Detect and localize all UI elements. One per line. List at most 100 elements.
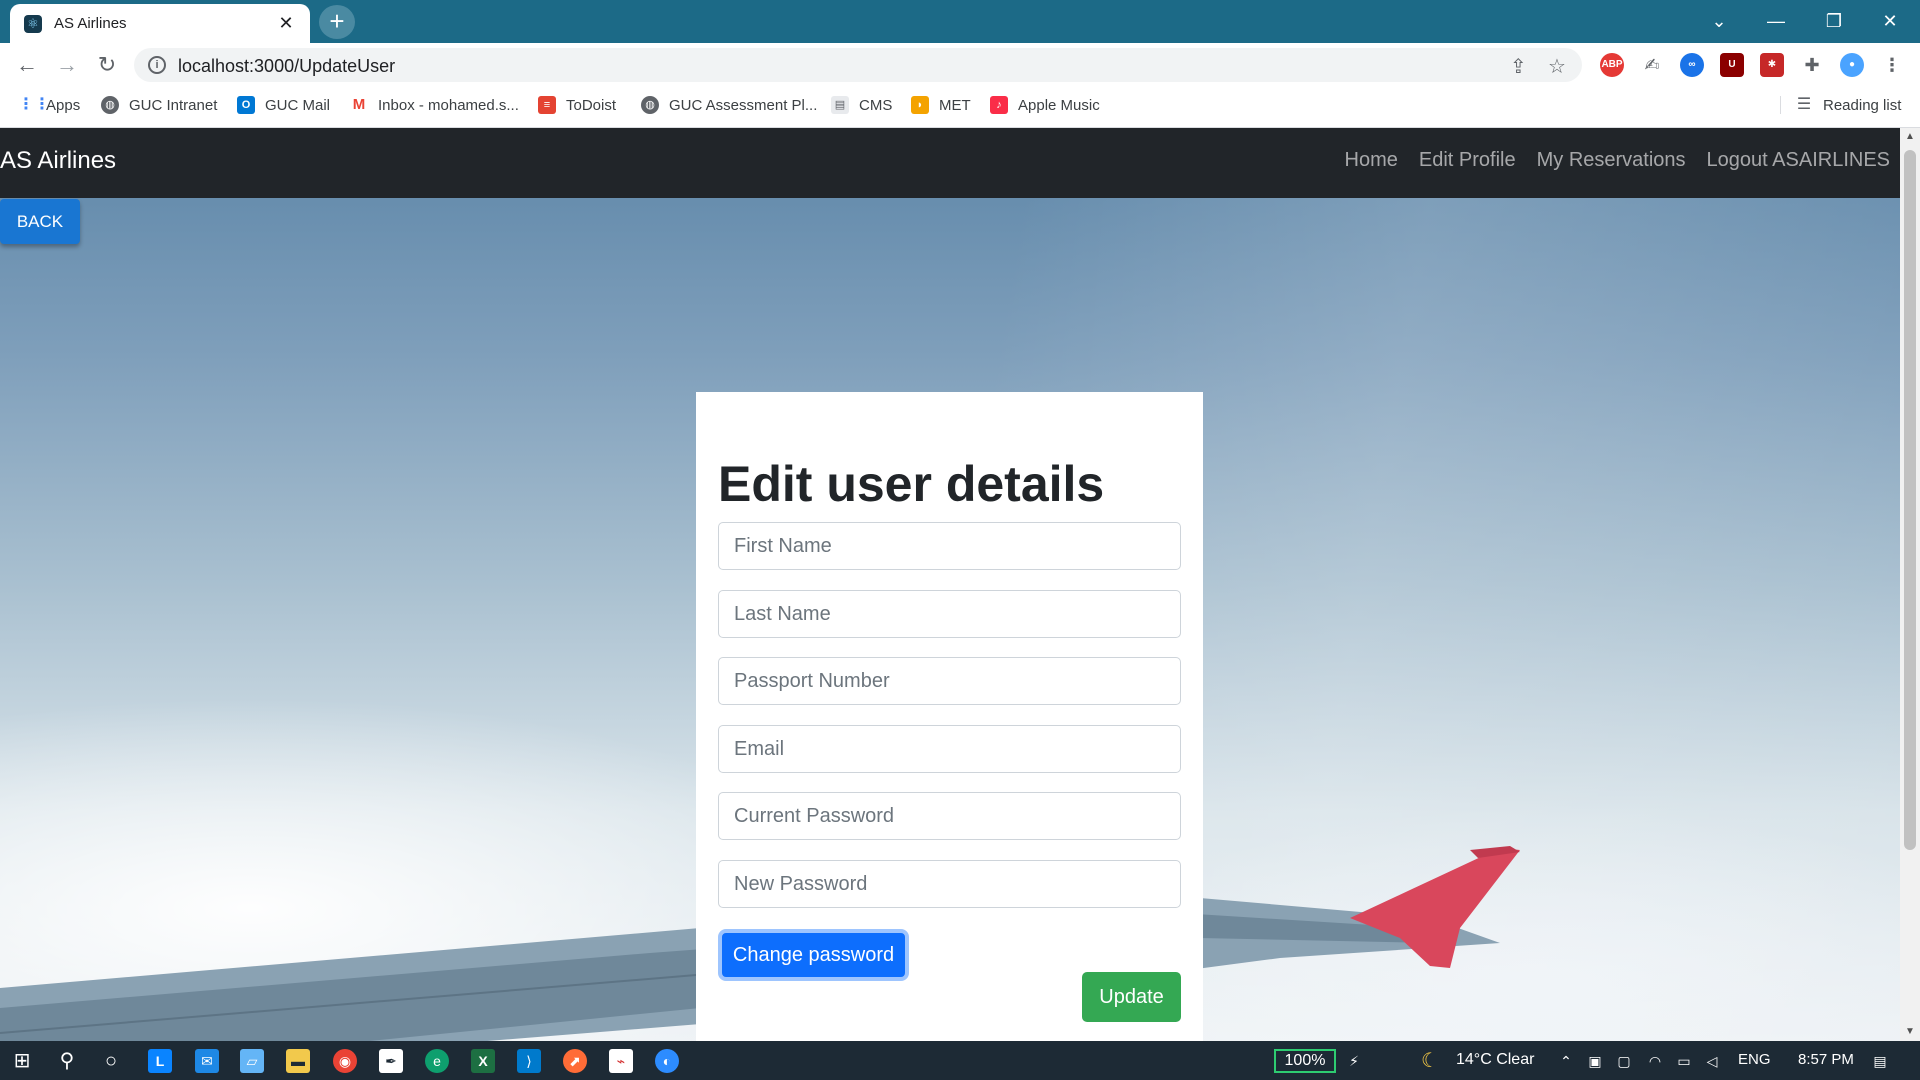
minimize-button[interactable]: —: [1752, 4, 1800, 38]
weather-text[interactable]: 14°C Clear: [1456, 1051, 1534, 1069]
restore-button[interactable]: ❐: [1810, 4, 1858, 38]
mail-icon[interactable]: ✉: [195, 1049, 219, 1073]
new-password-input[interactable]: [718, 860, 1181, 908]
adblock-plus-icon[interactable]: ABP: [1600, 53, 1624, 77]
scroll-up-icon[interactable]: ▲: [1900, 128, 1920, 146]
battery-icon[interactable]: ▭: [1672, 1049, 1696, 1073]
apps-grid-icon: ⋮⋮: [18, 96, 50, 114]
forward-arrow-icon[interactable]: →: [53, 51, 81, 79]
browser-toolbar: ← → ↻ i localhost:3000/UpdateUser ⇪ ☆ AB…: [0, 43, 1920, 86]
windows-start-icon[interactable]: ⊞: [10, 1049, 34, 1073]
bookmarks-bar: ⋮⋮ Apps ◍ GUC Intranet O GUC Mail M Inbo…: [0, 86, 1920, 128]
bookmark-cms[interactable]: ▤ CMS: [831, 96, 892, 114]
email-input[interactable]: [718, 725, 1181, 773]
display-icon[interactable]: ▢: [1612, 1049, 1636, 1073]
last-name-input[interactable]: [718, 590, 1181, 638]
address-bar[interactable]: i localhost:3000/UpdateUser ⇪ ☆: [134, 48, 1582, 82]
outlook-icon: O: [237, 96, 255, 114]
excel-icon[interactable]: X: [471, 1049, 495, 1073]
notifications-icon[interactable]: ▤: [1868, 1049, 1892, 1073]
meet-now-icon[interactable]: ▣: [1583, 1049, 1607, 1073]
change-password-button[interactable]: Change password: [718, 929, 909, 981]
chevron-up-icon[interactable]: ⌃: [1554, 1049, 1578, 1073]
nav-logout[interactable]: Logout ASAIRLINES: [1707, 149, 1890, 172]
nav-edit-profile[interactable]: Edit Profile: [1419, 149, 1516, 172]
close-window-button[interactable]: ✕: [1866, 4, 1914, 38]
menu-kebab-icon[interactable]: ⋮: [1880, 53, 1904, 77]
pdf-reader-icon[interactable]: ⌁: [609, 1049, 633, 1073]
brand-logo[interactable]: AS Airlines: [0, 147, 116, 175]
zoom-icon[interactable]: ◐: [655, 1049, 679, 1073]
bookmark-label: GUC Mail: [265, 96, 331, 114]
volume-icon[interactable]: ◁: [1700, 1049, 1724, 1073]
profile-avatar-icon[interactable]: ●: [1840, 53, 1864, 77]
bookmark-guc-mail[interactable]: O GUC Mail: [237, 96, 330, 114]
tab-search-icon[interactable]: ⌄: [1695, 4, 1743, 38]
back-button[interactable]: BACK: [0, 199, 80, 244]
ublock-icon[interactable]: U: [1720, 53, 1744, 77]
new-tab-button[interactable]: +: [319, 5, 355, 39]
postman-icon[interactable]: ⬈: [563, 1049, 587, 1073]
signature-icon[interactable]: ✍: [1640, 53, 1664, 77]
react-favicon-icon: ⚛: [24, 14, 42, 33]
app-l-icon[interactable]: L: [148, 1049, 172, 1073]
document-icon: ▤: [831, 96, 849, 114]
reload-icon[interactable]: ↻: [93, 51, 121, 79]
nav-my-reservations[interactable]: My Reservations: [1537, 149, 1686, 172]
file-explorer-icon[interactable]: ▬: [286, 1049, 310, 1073]
windows-taskbar: ⊞ ⚲ ○ L ✉ ▱ ▬ ◉ ✒ e X ⟩ ⬈ ⌁ ◐ 100% ⚡ ☾ 1…: [0, 1041, 1920, 1080]
reading-list-icon: ☰: [1795, 96, 1813, 114]
wifi-icon[interactable]: ◠: [1643, 1049, 1667, 1073]
browser-tab-active[interactable]: ⚛ AS Airlines ✕: [10, 4, 310, 43]
scroll-down-icon[interactable]: ▼: [1900, 1023, 1920, 1041]
bookmark-label: GUC Intranet: [129, 96, 218, 114]
bookmark-inbox[interactable]: M Inbox - mohamed.s...: [350, 96, 519, 114]
nav-links: Home Edit Profile My Reservations Logout…: [1324, 149, 1890, 172]
task-view-icon[interactable]: ○: [99, 1049, 123, 1073]
bookmark-label: ToDoist: [566, 96, 617, 114]
bookmark-star-icon[interactable]: ☆: [1548, 54, 1566, 79]
bookmark-label: MET: [939, 96, 971, 114]
globe-icon: ◍: [641, 96, 659, 114]
bookmark-apps[interactable]: ⋮⋮ Apps: [18, 96, 80, 114]
first-name-input[interactable]: [718, 522, 1181, 570]
site-info-icon[interactable]: i: [148, 56, 166, 74]
vscode-icon[interactable]: ⟩: [517, 1049, 541, 1073]
charging-plug-icon: ⚡: [1349, 1053, 1359, 1069]
page-scrollbar[interactable]: ▲ ▼: [1900, 128, 1920, 1041]
scroll-thumb[interactable]: [1904, 150, 1916, 850]
language-indicator[interactable]: ENG: [1738, 1051, 1771, 1068]
bookmark-apple-music[interactable]: ♪ Apple Music: [990, 96, 1100, 114]
passport-number-input[interactable]: [718, 657, 1181, 705]
battery-percentage[interactable]: 100%: [1274, 1049, 1336, 1073]
app-pen-icon[interactable]: ✒: [379, 1049, 403, 1073]
extensions-puzzle-icon[interactable]: ✚: [1800, 53, 1824, 77]
reading-list-button[interactable]: ☰ Reading list: [1780, 96, 1901, 114]
extension-red-icon[interactable]: ✱: [1760, 53, 1784, 77]
bookmark-guc-assessment[interactable]: ◍ GUC Assessment Pl...: [641, 96, 817, 114]
browser-titlebar: ⚛ AS Airlines ✕ + ⌄ — ❐ ✕: [0, 0, 1920, 43]
tab-close-icon[interactable]: ✕: [276, 13, 296, 34]
share-icon[interactable]: ⇪: [1510, 54, 1527, 79]
page-viewport: AS Airlines Home Edit Profile My Reserva…: [0, 128, 1900, 1041]
page-title: Edit user details: [718, 456, 1105, 512]
moon-weather-icon[interactable]: ☾: [1418, 1049, 1442, 1073]
bookmark-guc-intranet[interactable]: ◍ GUC Intranet: [101, 96, 217, 114]
notes-icon[interactable]: ▱: [240, 1049, 264, 1073]
bookmark-met[interactable]: ◗ MET: [911, 96, 971, 114]
current-password-input[interactable]: [718, 792, 1181, 840]
chrome-icon[interactable]: ◉: [333, 1049, 357, 1073]
url-text[interactable]: localhost:3000/UpdateUser: [178, 56, 395, 77]
infinity-icon[interactable]: ∞: [1680, 53, 1704, 77]
gmail-icon: M: [350, 96, 368, 114]
bookmark-label: Apple Music: [1018, 96, 1100, 114]
bookmark-todoist[interactable]: ≡ ToDoist: [538, 96, 616, 114]
met-icon: ◗: [911, 96, 929, 114]
update-button[interactable]: Update: [1082, 972, 1181, 1022]
bookmark-label: CMS: [859, 96, 893, 114]
back-arrow-icon[interactable]: ←: [13, 51, 41, 79]
edge-icon[interactable]: e: [425, 1049, 449, 1073]
nav-home[interactable]: Home: [1345, 149, 1398, 172]
clock[interactable]: 8:57 PM: [1798, 1051, 1854, 1068]
search-icon[interactable]: ⚲: [55, 1049, 79, 1073]
